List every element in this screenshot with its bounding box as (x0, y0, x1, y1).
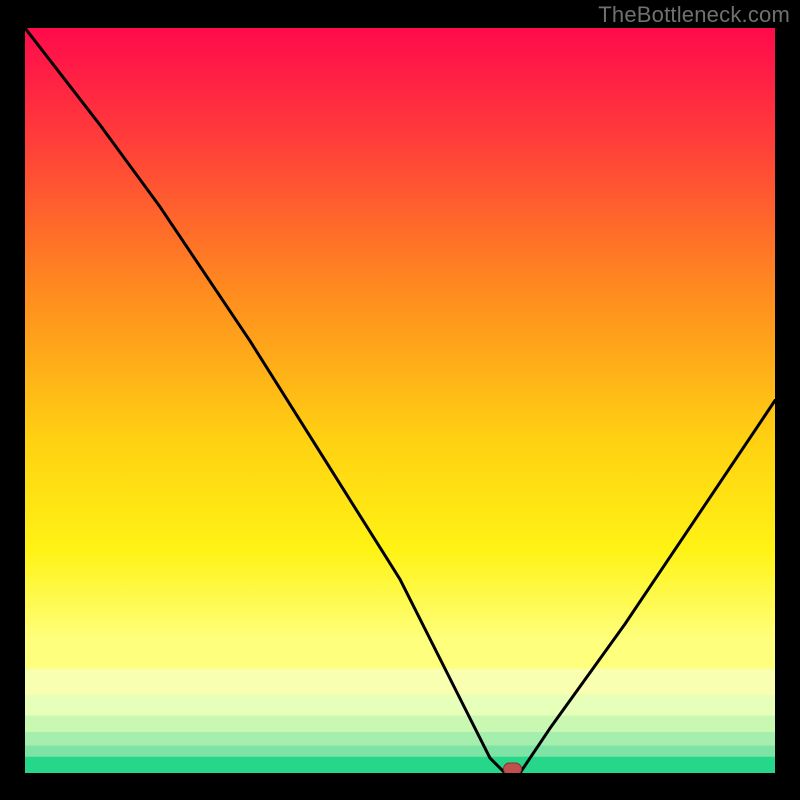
plot-area (25, 28, 775, 773)
bottleneck-chart (25, 28, 775, 773)
chart-frame: TheBottleneck.com (0, 0, 800, 800)
chart-background-gradient (25, 28, 775, 773)
chart-background-bands (25, 669, 775, 773)
watermark-text: TheBottleneck.com (598, 2, 790, 28)
optimum-marker (504, 763, 522, 773)
